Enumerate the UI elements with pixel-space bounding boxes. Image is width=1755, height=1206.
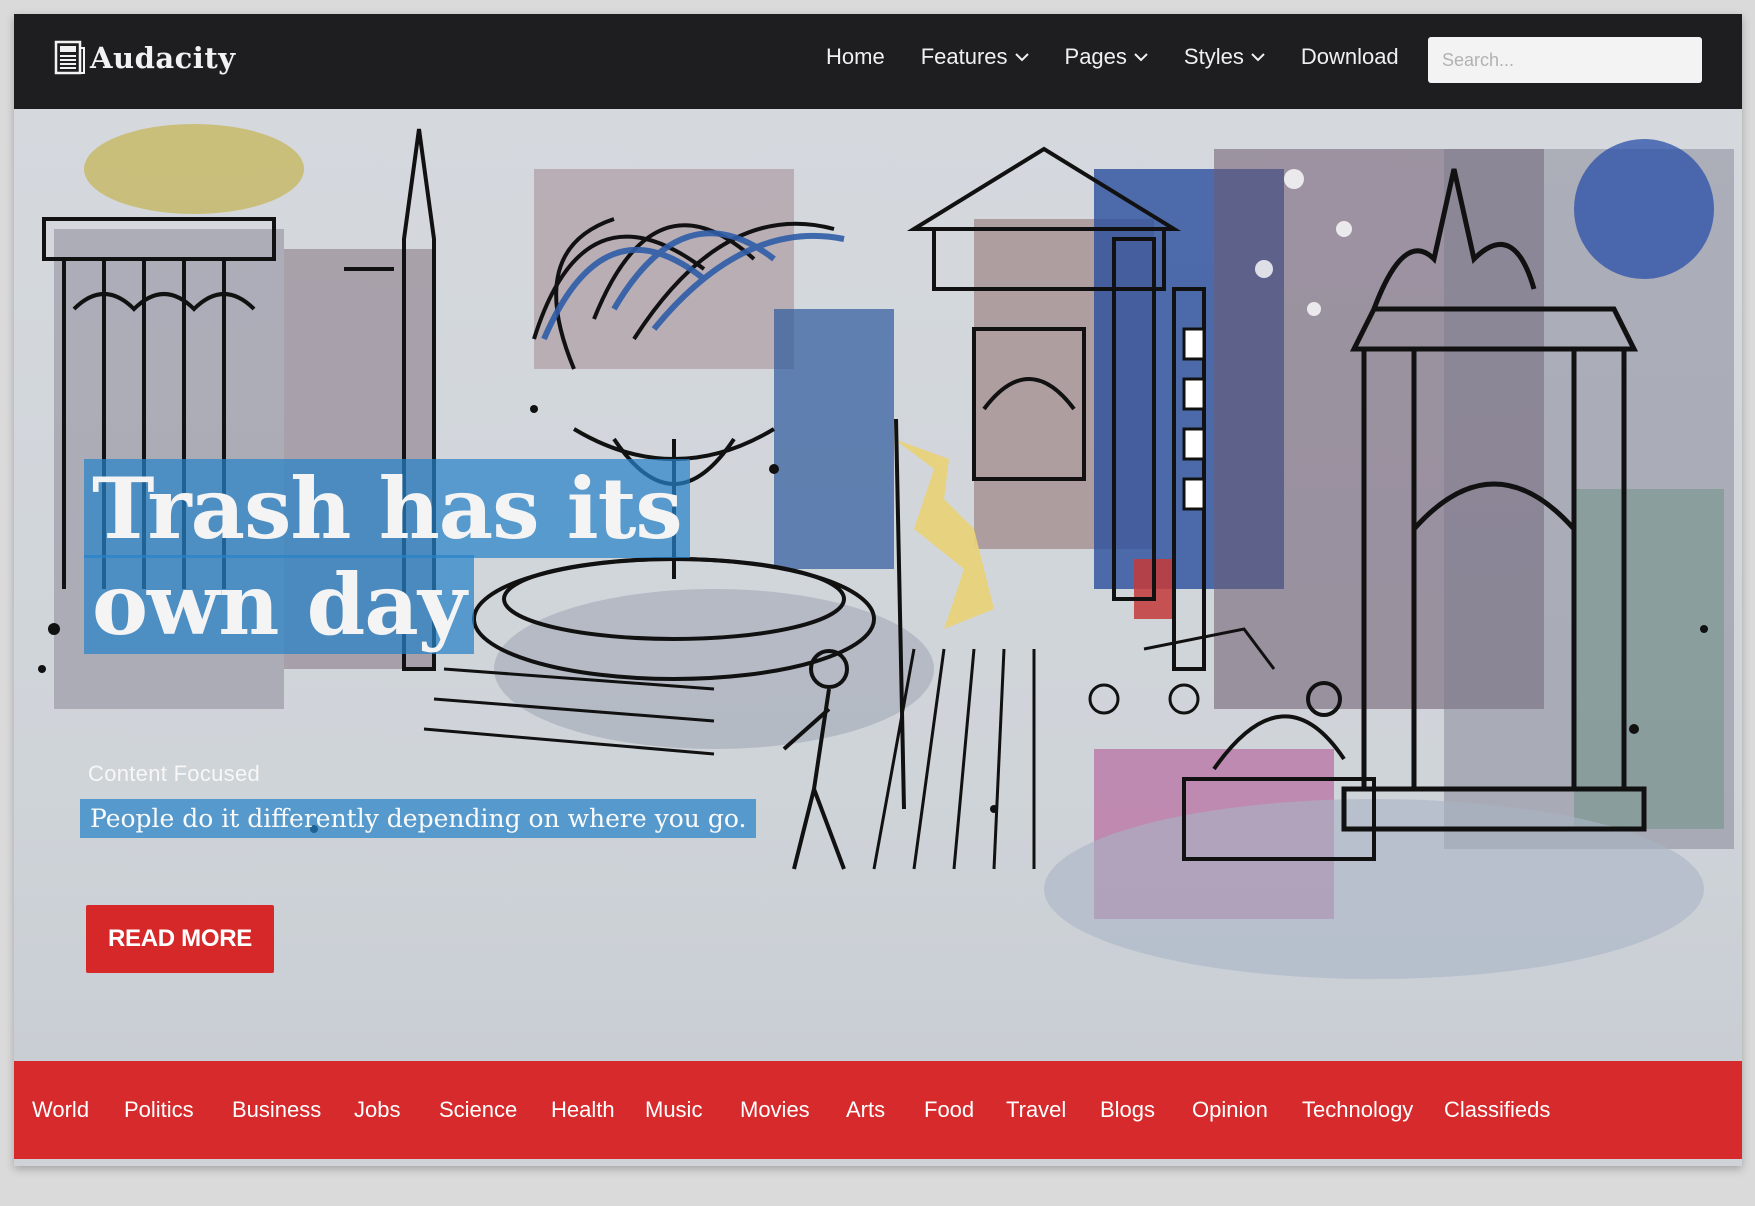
brand-name: Audacity	[90, 41, 236, 75]
category-music[interactable]: Music	[645, 1097, 702, 1123]
category-food[interactable]: Food	[924, 1097, 974, 1123]
search-input[interactable]	[1428, 37, 1702, 83]
category-bar: World Politics Business Jobs Science Hea…	[14, 1061, 1742, 1159]
nav-label: Home	[826, 44, 885, 69]
hero-banner: Trash has its own day Content Focused Pe…	[14, 109, 1742, 1061]
category-classifieds[interactable]: Classifieds	[1444, 1097, 1550, 1123]
category-arts[interactable]: Arts	[846, 1097, 885, 1123]
brand-logo[interactable]: Audacity	[54, 40, 236, 76]
hero-headline[interactable]: Trash has its own day	[84, 459, 724, 654]
nav-item-styles[interactable]: Styles	[1184, 44, 1265, 70]
nav-label: Features	[920, 44, 1008, 69]
hero-subline: People do it differently depending on wh…	[80, 799, 757, 838]
chevron-down-icon	[1251, 53, 1265, 62]
nav-item-features[interactable]: Features	[921, 44, 1029, 70]
nav-item-pages[interactable]: Pages	[1065, 44, 1148, 70]
nav-label: Styles	[1183, 44, 1244, 69]
chevron-down-icon	[1014, 53, 1029, 62]
hero-kicker: Content Focused	[88, 761, 261, 786]
headline-line-2: own day	[84, 555, 474, 654]
chevron-down-icon	[1134, 53, 1148, 62]
category-jobs[interactable]: Jobs	[354, 1097, 400, 1123]
category-world[interactable]: World	[32, 1097, 89, 1123]
category-opinion[interactable]: Opinion	[1192, 1097, 1268, 1123]
nav-item-home[interactable]: Home	[826, 44, 885, 70]
category-science[interactable]: Science	[439, 1097, 517, 1123]
category-business[interactable]: Business	[232, 1097, 321, 1123]
main-nav: Home Features Pages Styles Download	[826, 44, 1435, 70]
top-navbar: Audacity Home Features Pages Styles Down…	[14, 14, 1742, 109]
category-technology[interactable]: Technology	[1302, 1097, 1413, 1123]
nav-label: Pages	[1064, 44, 1127, 69]
category-blogs[interactable]: Blogs	[1100, 1097, 1155, 1123]
read-more-button[interactable]: READ MORE	[86, 905, 274, 973]
nav-item-download[interactable]: Download	[1301, 44, 1399, 70]
category-politics[interactable]: Politics	[124, 1097, 194, 1123]
newspaper-icon	[54, 40, 85, 75]
headline-line-1: Trash has its	[84, 459, 690, 558]
category-movies[interactable]: Movies	[740, 1097, 810, 1123]
category-travel[interactable]: Travel	[1006, 1097, 1066, 1123]
nav-label: Download	[1300, 44, 1399, 69]
page-canvas: Audacity Home Features Pages Styles Down…	[14, 14, 1742, 1166]
category-health[interactable]: Health	[551, 1097, 615, 1123]
